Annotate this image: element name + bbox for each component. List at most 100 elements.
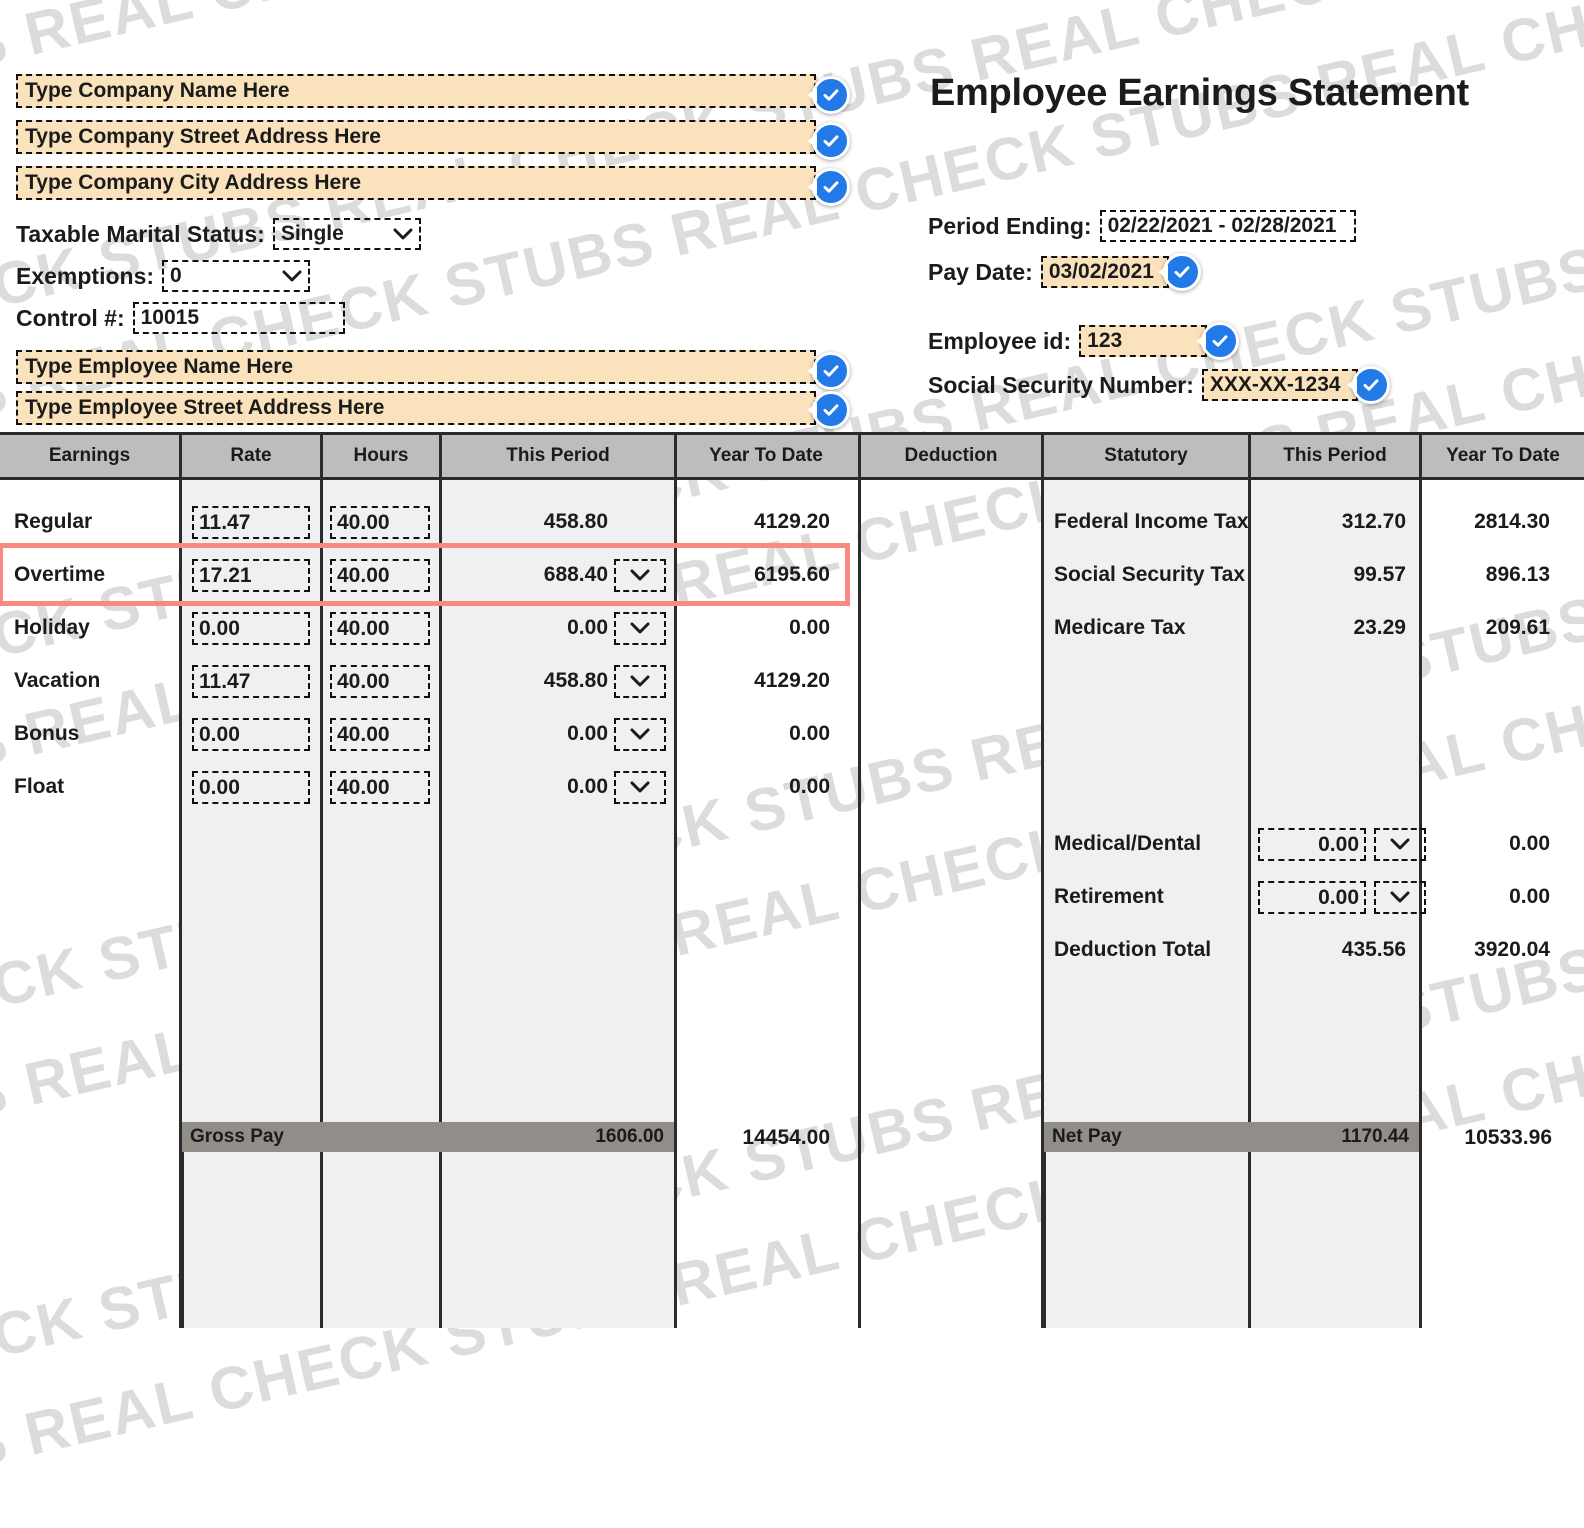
statutory-label: Federal Income Tax xyxy=(1054,510,1249,533)
shade-this-period xyxy=(442,480,674,1328)
deduction-amount-input[interactable]: 0.00 xyxy=(1258,881,1366,914)
shade-hours xyxy=(323,480,439,1328)
marital-status-select[interactable]: Single xyxy=(272,218,421,250)
chevron-down-icon xyxy=(630,781,650,794)
employee-street-text: Type Employee Street Address Here xyxy=(25,396,385,419)
deduction-this-period: 0.00 xyxy=(1318,832,1359,856)
earning-period-select[interactable] xyxy=(614,771,666,804)
earning-hours-value: 40.00 xyxy=(337,563,390,587)
deduction-amount-input[interactable]: 0.00 xyxy=(1258,828,1366,861)
chevron-down-icon xyxy=(630,728,650,741)
marital-status-value: Single xyxy=(280,222,344,245)
ssn-row: Social Security Number: XXX-XX-1234 xyxy=(928,366,1396,404)
control-number-input[interactable]: 10015 xyxy=(132,302,345,334)
col-statutory: Statutory xyxy=(1104,445,1188,466)
col-deduction: Deduction xyxy=(904,445,998,466)
period-ending-value: 02/22/2021 - 02/28/2021 xyxy=(1107,214,1337,237)
earning-hours-value: 40.00 xyxy=(337,616,390,640)
earning-period-select[interactable] xyxy=(614,718,666,751)
divider xyxy=(1248,435,1251,483)
statutory-label: Social Security Tax xyxy=(1054,563,1246,586)
company-street-field[interactable]: Type Company Street Address Here xyxy=(16,120,816,154)
deduction-label: Deduction Total xyxy=(1054,938,1212,961)
statutory-ytd: 2814.30 xyxy=(1474,510,1550,533)
earning-label: Bonus xyxy=(14,722,80,745)
chevron-down-icon xyxy=(630,569,650,582)
earning-period-select[interactable] xyxy=(614,559,666,592)
earning-label: Overtime xyxy=(14,563,106,586)
earning-rate-value: 11.47 xyxy=(199,510,251,534)
earning-hours-input[interactable]: 40.00 xyxy=(330,771,430,804)
divider xyxy=(1044,1152,1046,1328)
earning-period-select[interactable] xyxy=(614,665,666,698)
earning-hours-input[interactable]: 40.00 xyxy=(330,718,430,751)
check-icon-employee-id[interactable] xyxy=(1196,322,1240,360)
chevron-down-icon xyxy=(630,675,650,688)
ssn-input[interactable]: XXX-XX-1234 xyxy=(1201,369,1358,401)
exemptions-label: Exemptions: xyxy=(16,262,155,289)
earning-hours-value: 40.00 xyxy=(337,775,390,799)
period-ending-row: Period Ending: 02/22/2021 - 02/28/2021 xyxy=(928,210,1356,242)
period-ending-input[interactable]: 02/22/2021 - 02/28/2021 xyxy=(1099,210,1356,242)
col-ytd-2: Year To Date xyxy=(1446,445,1560,466)
earning-ytd: 0.00 xyxy=(789,722,830,745)
col-hours: Hours xyxy=(353,445,409,466)
employee-id-input[interactable]: 123 xyxy=(1079,325,1208,357)
earning-ytd: 0.00 xyxy=(789,616,830,639)
earning-hours-input[interactable]: 40.00 xyxy=(330,665,430,698)
earning-rate-input[interactable]: 0.00 xyxy=(192,771,310,804)
company-name-field[interactable]: Type Company Name Here xyxy=(16,74,816,108)
divider xyxy=(674,480,677,1328)
divider xyxy=(674,435,677,483)
deduction-ytd: 0.00 xyxy=(1509,832,1550,855)
check-icon-ssn[interactable] xyxy=(1346,366,1390,404)
earning-this-period: 458.80 xyxy=(543,669,608,692)
deduction-ytd: 0.00 xyxy=(1509,885,1550,908)
pay-date-input[interactable]: 03/02/2021 xyxy=(1040,256,1169,288)
company-city-field[interactable]: Type Company City Address Here xyxy=(16,166,816,200)
divider xyxy=(439,435,442,483)
earning-hours-input[interactable]: 40.00 xyxy=(330,506,430,539)
watermark-text: REAL CHECK STUBS REAL CHECK STUBS REAL C… xyxy=(0,0,1584,43)
shade-rate xyxy=(182,480,320,1328)
control-number-row: Control #: 10015 xyxy=(16,302,345,334)
earning-hours-value: 40.00 xyxy=(337,669,390,693)
check-icon-employee-name[interactable] xyxy=(807,352,850,390)
divider xyxy=(179,435,182,483)
ssn-label: Social Security Number: xyxy=(928,371,1194,398)
earning-ytd: 4129.20 xyxy=(754,510,830,533)
chevron-down-icon xyxy=(379,228,413,241)
earning-rate-input[interactable]: 0.00 xyxy=(192,718,310,751)
check-icon-company-city[interactable] xyxy=(807,168,850,206)
net-pay-label: Net Pay xyxy=(1052,1126,1122,1147)
exemptions-row: Exemptions: 0 xyxy=(16,260,311,292)
check-icon-company-street[interactable] xyxy=(807,122,850,160)
employee-id-row: Employee id: 123 xyxy=(928,322,1245,360)
deduction-this-period: 0.00 xyxy=(1318,885,1359,909)
statutory-label: Medicare Tax xyxy=(1054,616,1186,639)
earning-rate-input[interactable]: 0.00 xyxy=(192,612,310,645)
deduction-this-period: 435.56 xyxy=(1341,938,1406,961)
check-icon-employee-street[interactable] xyxy=(807,391,850,429)
gross-pay-label: Gross Pay xyxy=(190,1126,284,1147)
employee-id-value: 123 xyxy=(1087,329,1123,352)
exemptions-select[interactable]: 0 xyxy=(162,260,311,292)
earning-this-period: 0.00 xyxy=(567,722,608,745)
earning-period-select[interactable] xyxy=(614,612,666,645)
employee-name-field[interactable]: Type Employee Name Here xyxy=(16,350,816,384)
earning-rate-input[interactable]: 17.21 xyxy=(192,559,310,592)
earning-hours-input[interactable]: 40.00 xyxy=(330,559,430,592)
earning-rate-input[interactable]: 11.47 xyxy=(192,665,310,698)
earning-hours-value: 40.00 xyxy=(337,510,390,534)
chevron-down-icon xyxy=(268,270,302,283)
check-icon-company-name[interactable] xyxy=(807,76,850,114)
earning-hours-input[interactable]: 40.00 xyxy=(330,612,430,645)
marital-status-label: Taxable Marital Status: xyxy=(16,220,265,247)
net-pay-ytd: 10533.96 xyxy=(1464,1126,1552,1149)
earning-rate-input[interactable]: 11.47 xyxy=(192,506,310,539)
employee-street-field[interactable]: Type Employee Street Address Here xyxy=(16,391,816,425)
check-icon-pay-date[interactable] xyxy=(1157,253,1201,291)
pay-date-value: 03/02/2021 xyxy=(1048,260,1154,283)
employee-name-text: Type Employee Name Here xyxy=(25,355,294,378)
divider xyxy=(439,480,442,1328)
